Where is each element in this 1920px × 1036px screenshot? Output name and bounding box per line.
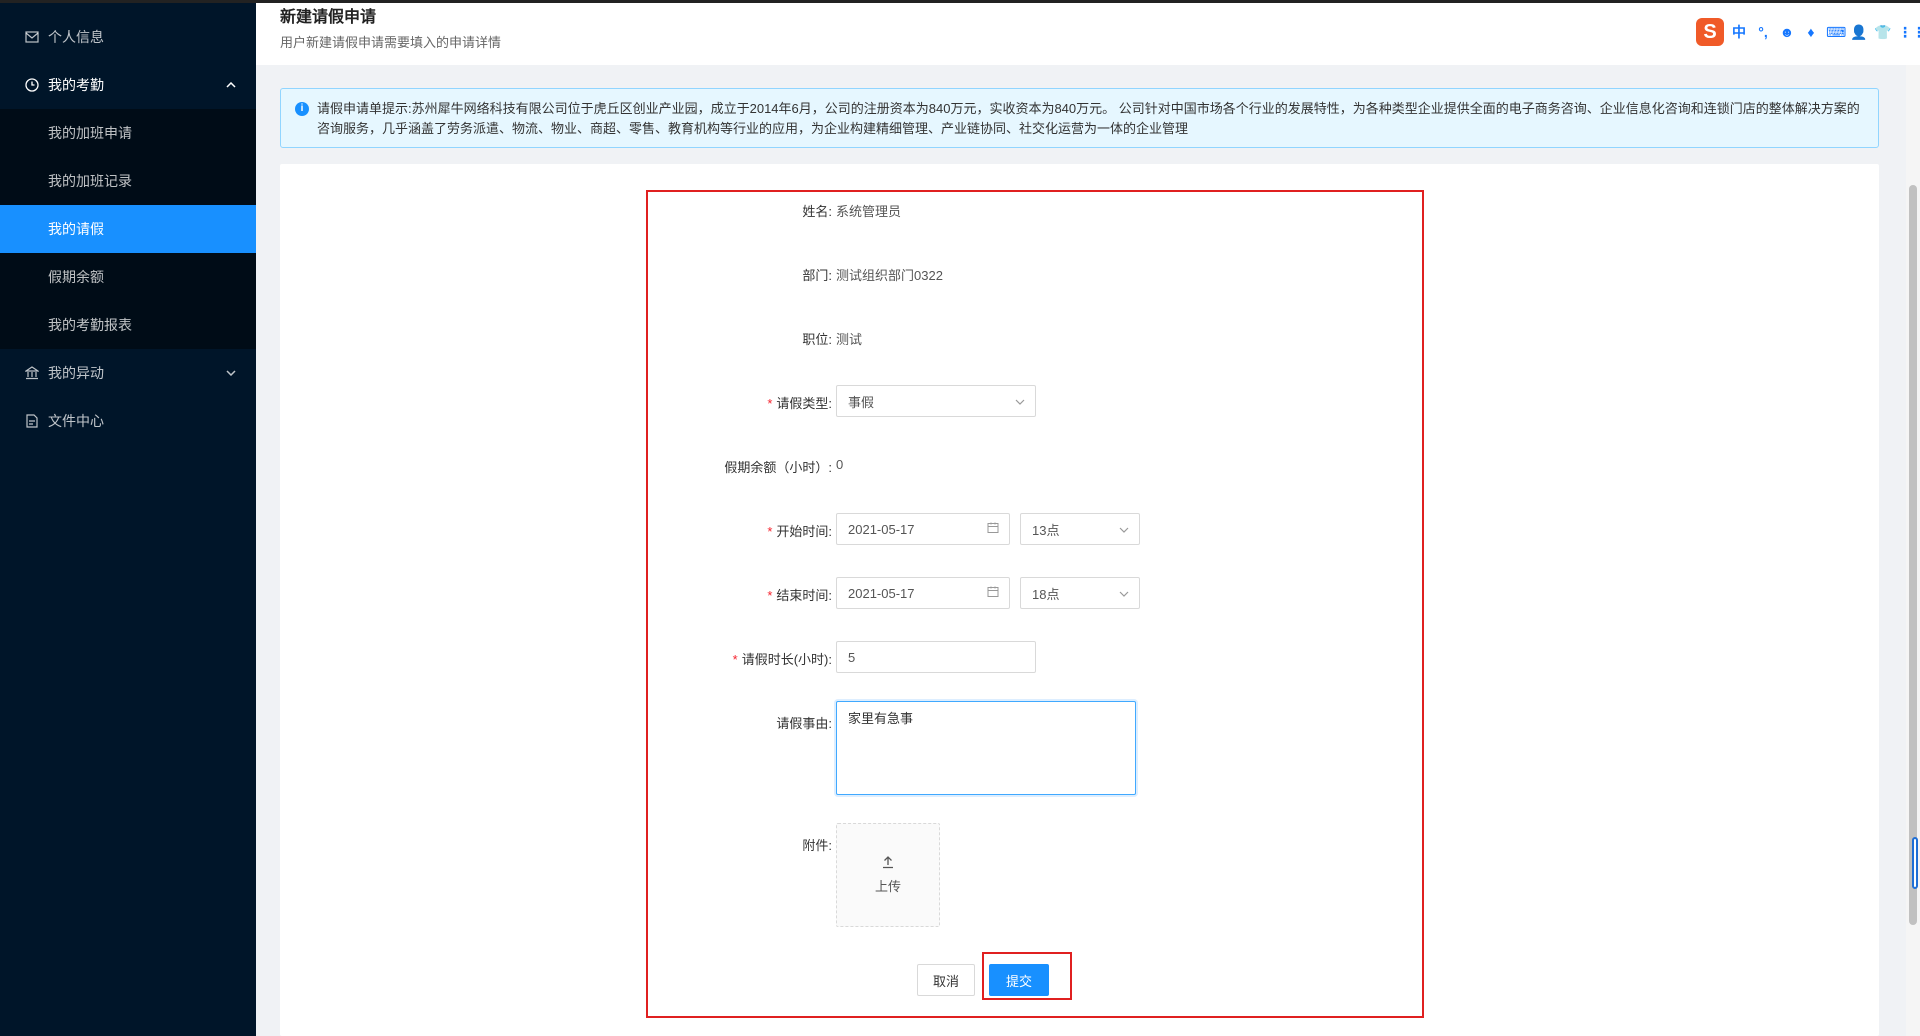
sidebar-item-label: 我的考勤报表 [48, 317, 132, 333]
sidebar-item-transfer[interactable]: 我的异动 [0, 349, 256, 397]
sidebar-item-label: 个人信息 [48, 29, 104, 45]
clock-icon [24, 77, 40, 93]
highlight-submit-box [982, 952, 1072, 1000]
sidebar-item-label: 文件中心 [48, 413, 104, 429]
ime-voice-icon[interactable]: ♦ [1802, 24, 1820, 40]
page-title: 新建请假申请 [280, 9, 377, 26]
mail-icon [24, 29, 40, 45]
ime-chinese-mode[interactable]: 中 [1730, 22, 1748, 42]
sidebar-item-leave-balance[interactable]: 假期余额 [0, 253, 256, 301]
info-alert: i 请假申请单提示:苏州犀牛网络科技有限公司位于虎丘区创业产业园，成立于2014… [280, 88, 1879, 148]
attendance-submenu: 我的加班申请 我的加班记录 我的请假 假期余额 我的考勤报表 [0, 109, 256, 349]
sogou-logo-icon[interactable]: S [1696, 18, 1724, 46]
thermometer-icon [1912, 837, 1918, 889]
ime-toolbar: S 中 °, ☻ ♦ ⌨ 👤 👕 ⋮⋮ [1692, 17, 1920, 47]
chevron-up-icon [226, 79, 236, 91]
sidebar-item-overtime-records[interactable]: 我的加班记录 [0, 157, 256, 205]
sidebar-item-file-center[interactable]: 文件中心 [0, 397, 256, 445]
ime-user-icon[interactable]: 👤 [1850, 24, 1868, 41]
sidebar-item-my-leave[interactable]: 我的请假 [0, 205, 256, 253]
file-icon [24, 413, 40, 429]
alert-text: 请假申请单提示:苏州犀牛网络科技有限公司位于虎丘区创业产业园，成立于2014年6… [317, 101, 1860, 136]
ime-keyboard-icon[interactable]: ⌨ [1826, 24, 1846, 41]
bank-icon [24, 365, 40, 381]
scrollbar[interactable] [1906, 65, 1920, 1036]
chevron-down-icon [226, 367, 236, 379]
sidebar-item-label: 假期余额 [48, 269, 104, 285]
ime-toolbox-icon[interactable]: ⋮⋮ [1898, 24, 1920, 41]
highlight-form-box [646, 190, 1424, 1018]
sidebar-item-label: 我的考勤 [48, 77, 104, 93]
ime-emoji-icon[interactable]: ☻ [1778, 24, 1796, 40]
sidebar-item-attendance-report[interactable]: 我的考勤报表 [0, 301, 256, 349]
sidebar-item-overtime-apply[interactable]: 我的加班申请 [0, 109, 256, 157]
sidebar-item-label: 我的加班申请 [48, 125, 132, 141]
page-subtitle: 用户新建请假申请需要填入的申请详情 [280, 35, 502, 50]
sidebar-item-label: 我的异动 [48, 365, 104, 381]
sidebar-item-attendance[interactable]: 我的考勤 [0, 61, 256, 109]
page-header: 新建请假申请 用户新建请假申请需要填入的申请详情 S 中 °, ☻ ♦ ⌨ 👤 … [256, 3, 1920, 65]
sidebar-item-personal-info[interactable]: 个人信息 [0, 13, 256, 61]
sidebar-item-label: 我的加班记录 [48, 173, 132, 189]
sidebar: 个人信息 我的考勤 我的加班申请 我的加班记录 我的请假 假期余额 我的考勤报表… [0, 3, 256, 1036]
sidebar-item-label: 我的请假 [48, 221, 104, 237]
ime-punctuation-icon[interactable]: °, [1754, 24, 1772, 40]
ime-skin-icon[interactable]: 👕 [1874, 24, 1892, 41]
info-icon: i [295, 102, 309, 116]
scrollbar-thumb[interactable] [1909, 185, 1917, 925]
